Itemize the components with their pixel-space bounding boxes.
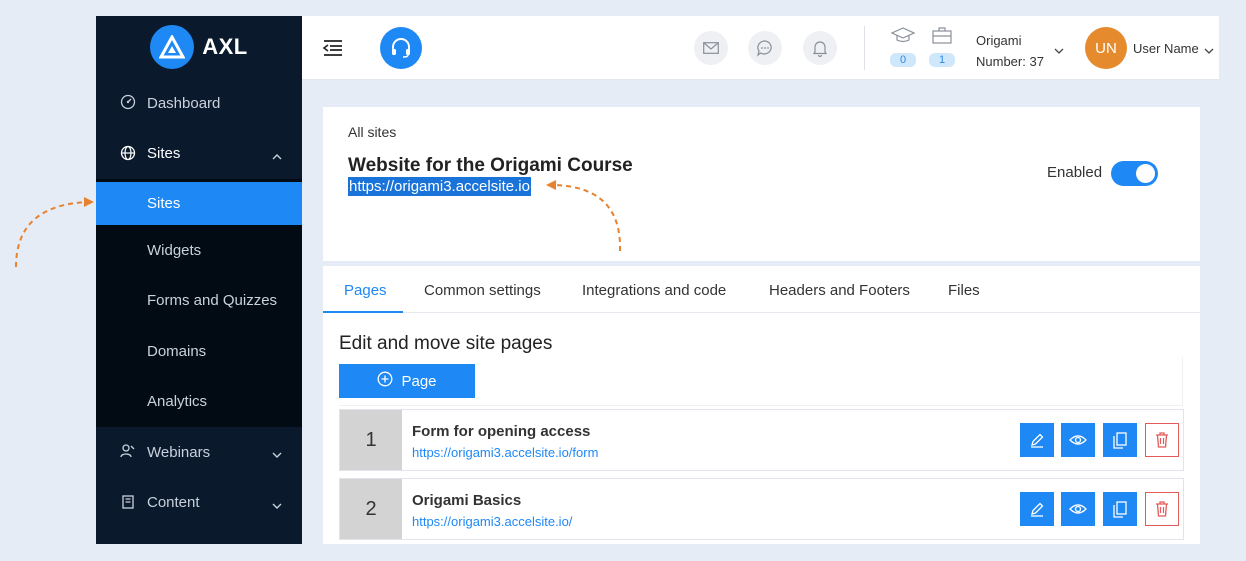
- dashboard-icon: [120, 94, 138, 112]
- page-title: Origami Basics: [412, 492, 522, 509]
- brand-name: AXL: [202, 34, 248, 59]
- sidebar-subitem-label: Forms and Quizzes: [147, 292, 278, 310]
- org-name: Origami: [976, 33, 1022, 48]
- enabled-label: Enabled: [1047, 164, 1103, 181]
- eye-icon: [1069, 504, 1087, 514]
- copy-icon: [1113, 431, 1127, 449]
- chevron-down-icon: [272, 498, 282, 509]
- preview-button[interactable]: [1061, 423, 1095, 457]
- site-title: Website for the Origami Course: [348, 155, 633, 176]
- eye-icon: [1069, 435, 1087, 445]
- sidebar-item-webinars[interactable]: Webinars: [96, 427, 302, 478]
- enabled-toggle[interactable]: [1111, 161, 1158, 186]
- page-url-link[interactable]: https://origami3.accelsite.io/form: [412, 445, 598, 460]
- site-url-link[interactable]: https://origami3.accelsite.io: [348, 177, 531, 196]
- avatar[interactable]: UN: [1085, 27, 1127, 69]
- preview-button[interactable]: [1061, 492, 1095, 526]
- organization-switcher[interactable]: Origami Number: 37: [976, 30, 1044, 72]
- portfolio-count-badge: 1: [929, 53, 955, 67]
- sidebar-subitem-widgets[interactable]: Widgets: [96, 225, 302, 276]
- collapse-menu-icon[interactable]: [322, 38, 344, 58]
- active-tab-indicator: [323, 311, 403, 313]
- copy-button[interactable]: [1103, 423, 1137, 457]
- page-row[interactable]: 1 Form for opening access https://origam…: [339, 409, 1184, 471]
- page-url-link[interactable]: https://origami3.accelsite.io/: [412, 514, 572, 529]
- sidebar-subitem-label: Analytics: [147, 393, 208, 411]
- pencil-icon: [1031, 433, 1044, 448]
- support-headset-icon[interactable]: [380, 27, 422, 69]
- sidebar-subitem-label: Domains: [147, 342, 207, 360]
- sidebar-subitem-label: Sites: [147, 195, 181, 212]
- tab-pages[interactable]: Pages: [344, 282, 387, 299]
- portfolio-stat[interactable]: 1: [929, 26, 955, 67]
- tabs: Pages Common settings Integrations and c…: [323, 266, 1200, 313]
- site-header-card: All sites Website for the Origami Course…: [323, 107, 1200, 261]
- tab-files[interactable]: Files: [948, 282, 980, 299]
- logo[interactable]: AXL: [96, 16, 302, 78]
- mail-icon[interactable]: [694, 31, 728, 65]
- chevron-down-icon: [272, 447, 282, 459]
- delete-button[interactable]: [1145, 492, 1179, 526]
- sidebar: AXL Dashboard Sites Sites Widgets Forms …: [96, 16, 302, 544]
- page-number: 2: [340, 479, 402, 539]
- axl-logo-icon: [150, 25, 195, 69]
- chat-icon[interactable]: [748, 31, 782, 65]
- section-title: Edit and move site pages: [339, 333, 553, 354]
- add-page-label: Page: [401, 372, 437, 390]
- page-row[interactable]: 2 Origami Basics https://origami3.accels…: [339, 478, 1184, 540]
- sidebar-item-sites[interactable]: Sites: [96, 129, 302, 180]
- graduation-cap-icon: [890, 27, 916, 48]
- divider: [864, 26, 865, 70]
- bell-icon[interactable]: [803, 31, 837, 65]
- chevron-down-icon[interactable]: [1204, 43, 1214, 54]
- page-number: 1: [340, 410, 402, 470]
- sites-submenu: Sites Widgets Forms and Quizzes Domains …: [96, 179, 302, 427]
- page-title: Form for opening access: [412, 423, 591, 440]
- trash-icon: [1156, 501, 1168, 517]
- toggle-knob: [1136, 164, 1155, 183]
- sidebar-subitem-sites[interactable]: Sites: [96, 182, 302, 225]
- globe-icon: [120, 145, 138, 163]
- tab-integrations[interactable]: Integrations and code: [582, 282, 726, 299]
- delete-button[interactable]: [1145, 423, 1179, 457]
- courses-stat[interactable]: 0: [890, 26, 916, 67]
- courses-count-badge: 0: [890, 53, 916, 67]
- sidebar-subitem-forms[interactable]: Forms and Quizzes: [96, 276, 302, 327]
- sidebar-item-dashboard[interactable]: Dashboard: [96, 78, 302, 129]
- org-number: Number: 37: [976, 54, 1044, 69]
- pages-panel: Pages Common settings Integrations and c…: [323, 266, 1200, 544]
- edit-button[interactable]: [1020, 423, 1054, 457]
- user-name[interactable]: User Name: [1133, 41, 1199, 56]
- sidebar-item-label: Sites: [147, 145, 181, 163]
- sidebar-item-label: Webinars: [147, 443, 211, 461]
- copy-button[interactable]: [1103, 492, 1137, 526]
- top-bar: 0 1 Origami Number: 37 UN User Name: [302, 16, 1219, 80]
- pencil-icon: [1031, 502, 1044, 517]
- chevron-down-icon[interactable]: [1054, 43, 1064, 54]
- sidebar-subitem-analytics[interactable]: Analytics: [96, 377, 302, 428]
- annotation-arrow-icon: [15, 197, 94, 268]
- trash-icon: [1156, 432, 1168, 448]
- briefcase-icon: [932, 27, 952, 48]
- breadcrumb[interactable]: All sites: [348, 124, 396, 140]
- sidebar-item-label: Dashboard: [147, 94, 221, 112]
- edit-button[interactable]: [1020, 492, 1054, 526]
- tab-headers-footers[interactable]: Headers and Footers: [769, 282, 910, 299]
- sidebar-item-content[interactable]: Content: [96, 478, 302, 529]
- sidebar-subitem-label: Widgets: [147, 241, 202, 259]
- add-page-button[interactable]: Page: [339, 364, 475, 398]
- book-icon: [120, 494, 138, 512]
- copy-icon: [1113, 500, 1127, 518]
- tab-common-settings[interactable]: Common settings: [424, 282, 541, 299]
- sidebar-subitem-domains[interactable]: Domains: [96, 326, 302, 377]
- webinar-icon: [120, 443, 138, 461]
- plus-circle-icon: [377, 371, 393, 391]
- chevron-up-icon: [272, 149, 282, 160]
- sidebar-item-label: Content: [147, 494, 200, 512]
